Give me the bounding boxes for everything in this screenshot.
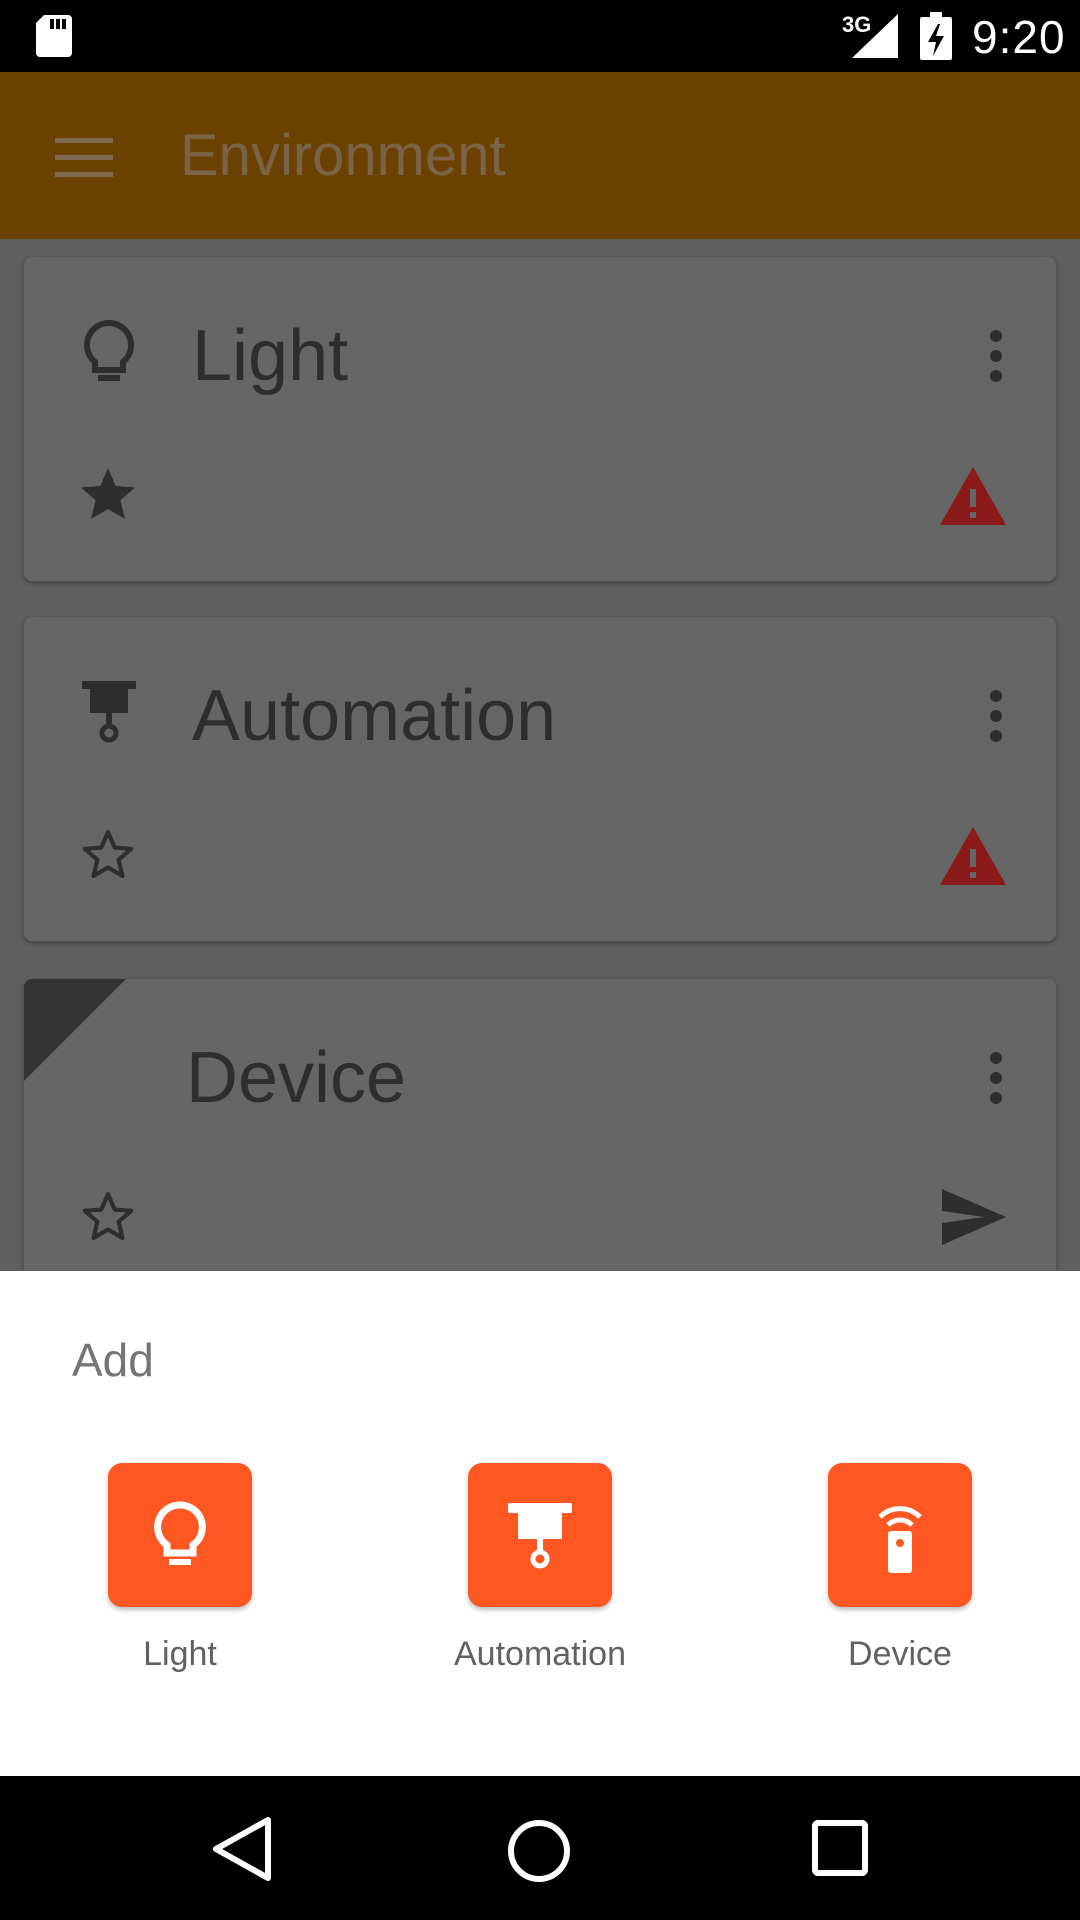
app-bar [0, 72, 1080, 239]
lightbulb-icon [83, 319, 135, 381]
projector-icon [508, 1503, 572, 1569]
navigation-bar [0, 1776, 1080, 1920]
option-label: Light [143, 1635, 217, 1673]
more-vert-icon[interactable] [988, 689, 1004, 743]
clock: 9:20 [972, 11, 1066, 63]
star-filled-icon[interactable] [76, 463, 140, 525]
status-bar: 3G 9:20 [0, 0, 1080, 72]
star-outline-icon[interactable] [76, 1185, 140, 1247]
sheet-title: Add [72, 1334, 154, 1386]
remote-icon [878, 1506, 922, 1573]
add-automation-button[interactable] [468, 1463, 612, 1607]
add-light-option[interactable]: Light [60, 1463, 300, 1674]
add-bottom-sheet: Add Light Automation Device [0, 1271, 1080, 1776]
card-automation[interactable]: Automation [24, 617, 1056, 941]
back-icon[interactable] [212, 1816, 272, 1882]
menu-icon[interactable] [55, 138, 113, 178]
card-device[interactable]: Device [24, 979, 1056, 1271]
sd-card-icon [36, 15, 72, 57]
battery-charging-icon [920, 12, 952, 60]
lightbulb-icon [154, 1501, 206, 1565]
star-outline-icon[interactable] [76, 823, 140, 885]
card-light[interactable]: Light [24, 257, 1056, 581]
corner-ribbon [24, 979, 126, 1081]
warning-icon [940, 467, 1006, 525]
add-device-option[interactable]: Device [780, 1463, 1020, 1674]
option-label: Device [848, 1635, 952, 1673]
add-device-button[interactable] [828, 1463, 972, 1607]
signal-icon [852, 14, 898, 58]
more-vert-icon[interactable] [988, 329, 1004, 383]
card-title: Light [192, 316, 349, 396]
warning-icon [940, 827, 1006, 885]
send-icon[interactable] [940, 1189, 1006, 1245]
add-light-button[interactable] [108, 1463, 252, 1607]
projector-icon [82, 681, 136, 743]
recent-apps-icon[interactable] [812, 1820, 868, 1876]
more-vert-icon[interactable] [988, 1051, 1004, 1105]
page-title: Environment [180, 123, 506, 188]
card-list: Light Automation Device [0, 239, 1080, 1271]
home-icon[interactable] [506, 1818, 572, 1884]
card-title: Device [186, 1038, 407, 1118]
add-automation-option[interactable]: Automation [420, 1463, 660, 1674]
option-label: Automation [454, 1635, 626, 1673]
card-title: Automation [192, 676, 557, 756]
